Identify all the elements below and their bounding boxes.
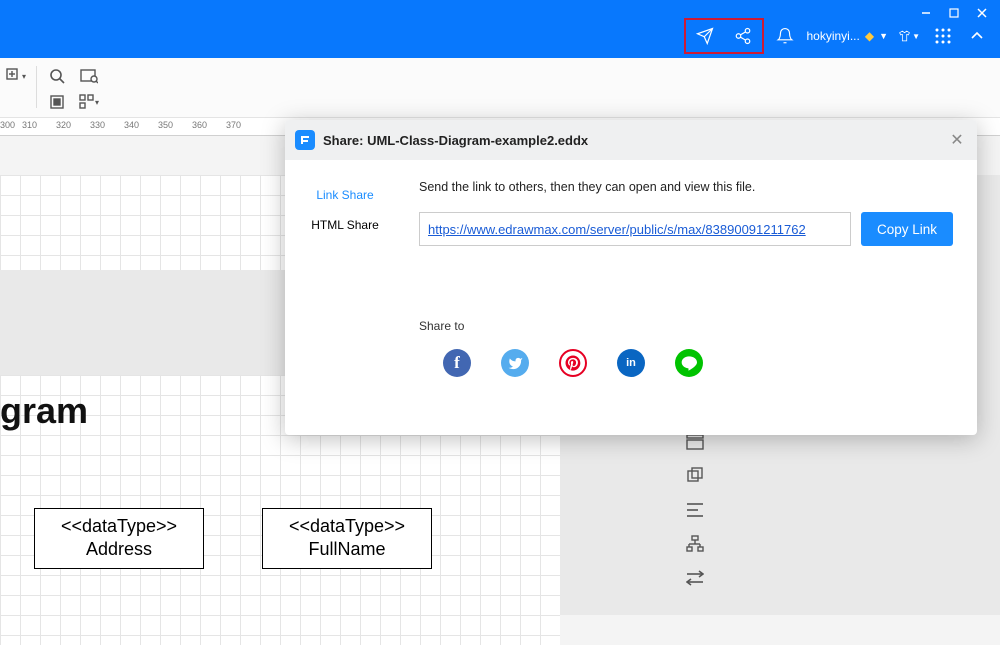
user-name: hokyinyi... [806, 29, 859, 43]
stereotype: <<dataType>> [45, 515, 193, 538]
close-icon[interactable]: ✕ [947, 130, 967, 150]
diagram-title[interactable]: gram [0, 390, 88, 432]
share-twitter-icon[interactable] [501, 349, 529, 377]
share-dialog: Share: UML-Class-Diagram-example2.eddx ✕… [285, 120, 977, 435]
collapse-panel-icon[interactable] [966, 25, 988, 47]
copy-link-button[interactable]: Copy Link [861, 212, 953, 246]
uml-class-fullname[interactable]: <<dataType>> FullName [262, 508, 432, 569]
class-name: Address [45, 538, 193, 561]
share-line-icon[interactable] [675, 349, 703, 377]
shirt-icon[interactable]: ▼ [898, 25, 920, 47]
layout-icon[interactable]: ▾ [77, 92, 101, 112]
chevron-down-icon: ▼ [879, 31, 888, 41]
class-name: FullName [273, 538, 421, 561]
dialog-title: Share: UML-Class-Diagram-example2.eddx [323, 133, 939, 148]
app-logo-icon [295, 130, 315, 150]
right-sidebar [680, 430, 710, 590]
share-icon[interactable] [732, 25, 754, 47]
share-linkedin-icon[interactable]: in [617, 349, 645, 377]
window-close[interactable] [970, 4, 994, 22]
uml-class-address[interactable]: <<dataType>> Address [34, 508, 204, 569]
window-restore[interactable] [942, 4, 966, 22]
preview-icon[interactable] [77, 66, 101, 86]
share-link-input[interactable] [419, 212, 851, 246]
share-buttons-highlight [684, 18, 764, 54]
tree-icon[interactable] [683, 532, 707, 556]
add-button[interactable]: ▾ [4, 66, 28, 86]
dialog-header: Share: UML-Class-Diagram-example2.eddx ✕ [285, 120, 977, 160]
send-icon[interactable] [694, 25, 716, 47]
apps-icon[interactable] [932, 25, 954, 47]
fit-page-icon[interactable] [45, 92, 69, 112]
stereotype: <<dataType>> [273, 515, 421, 538]
tab-link-share[interactable]: Link Share [285, 180, 405, 210]
window-minimize[interactable] [914, 4, 938, 22]
share-icons: f in [419, 349, 953, 377]
search-icon[interactable] [45, 66, 69, 86]
share-facebook-icon[interactable]: f [443, 349, 471, 377]
share-to-label: Share to [419, 319, 953, 333]
bell-icon[interactable] [774, 25, 796, 47]
align-icon[interactable] [683, 498, 707, 522]
share-description: Send the link to others, then they can o… [419, 180, 953, 194]
layers-icon[interactable] [683, 464, 707, 488]
share-pinterest-icon[interactable] [559, 349, 587, 377]
user-menu[interactable]: hokyinyi... ◆ ▼ [806, 29, 888, 43]
tab-html-share[interactable]: HTML Share [285, 210, 405, 240]
dialog-sidebar: Link Share HTML Share [285, 160, 405, 435]
toolbar: ▾ ▾ [0, 58, 1000, 118]
diamond-icon: ◆ [865, 29, 874, 43]
titlebar: hokyinyi... ◆ ▼ ▼ [0, 0, 1000, 58]
dialog-main: Send the link to others, then they can o… [405, 160, 977, 435]
shuffle-icon[interactable] [683, 566, 707, 590]
